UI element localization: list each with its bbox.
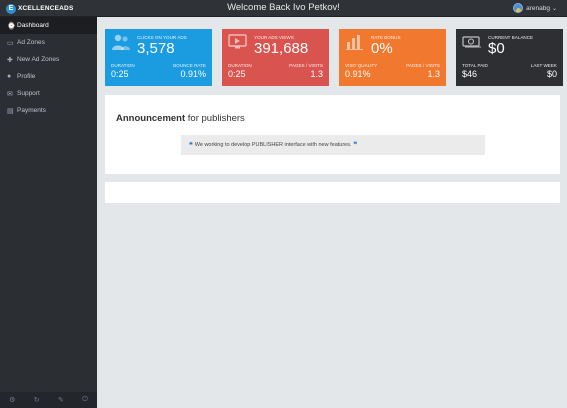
avatar (513, 3, 524, 13)
sidebar-item-payments[interactable]: ▤ Payments (0, 102, 97, 119)
stat-card-views: YOUR ADS VIEWS 391,688 DURATION PAGES / … (222, 29, 329, 86)
edit-icon[interactable]: ✎ (58, 396, 64, 404)
sidebar-item-label: Ad Zones (17, 39, 45, 46)
card-sub-right-value: 1.3 (427, 69, 440, 79)
card-sub-right-value: $0 (546, 69, 557, 79)
top-bar: E XCELLENCEADS Welcome Back Ivo Petkov! … (0, 0, 567, 17)
card-sub-right-value: 1.3 (310, 69, 323, 79)
sidebar-footer: ⚙ ↻ ✎ ⏻ (0, 392, 97, 408)
sidebar-item-label: Profile (17, 73, 36, 80)
welcome-title: Welcome Back Ivo Petkov! (227, 2, 340, 13)
card-sub-left-label: DURATION (228, 63, 252, 68)
user-icon: ● (7, 73, 12, 80)
close-quote-icon: ❞ (353, 142, 358, 149)
monitor-icon (228, 34, 247, 49)
sidebar-item-profile[interactable]: ● Profile (0, 68, 97, 85)
stat-card-clicks: CLICKS ON YOUR ADS 3,578 DURATION BOUNCE… (105, 29, 212, 86)
sidebar-item-dashboard[interactable]: ⌚ Dashboard (0, 17, 97, 34)
announcement-title: Announcement for publishers (116, 113, 245, 124)
announcement-message-box: ❝ We working to develop PUBLISHER interf… (181, 135, 485, 155)
stat-card-balance: CURRENT BALANCE $0 TOTAL PAID LAST WEEK … (456, 29, 563, 86)
card-sub-left-label: TOTAL PAID (462, 63, 488, 68)
sidebar-item-label: Dashboard (17, 22, 49, 29)
power-icon[interactable]: ⏻ (82, 396, 88, 404)
card-sub-left-value: $46 (462, 69, 478, 79)
card-sub-right-value: 0.91% (180, 69, 206, 79)
sidebar-item-ad-zones[interactable]: ▭ Ad Zones (0, 34, 97, 51)
card-sub-left-value: 0:25 (228, 69, 246, 79)
sidebar-item-label: Support (17, 90, 40, 97)
open-quote-icon: ❝ (189, 142, 193, 149)
envelope-icon: ✉ (7, 90, 13, 98)
card-value: 391,688 (254, 40, 309, 57)
empty-panel (105, 182, 560, 203)
chevron-down-icon: ⌄ (551, 5, 557, 12)
card-sub-right-label: PAGES / VISITS (289, 63, 323, 68)
sidebar-item-new-ad-zones[interactable]: ✚ New Ad Zones (0, 51, 97, 68)
card-value: $0 (488, 40, 505, 57)
card-sub-right-label: LAST WEEK (530, 63, 557, 68)
card-sub-left-label: VISIT QUALITY (345, 63, 378, 68)
user-menu[interactable]: arenabg ⌄ (513, 3, 557, 13)
money-icon (462, 36, 481, 48)
sidebar: ⌚ Dashboard ▭ Ad Zones ✚ New Ad Zones ● … (0, 17, 97, 408)
list-icon: ▤ (7, 107, 14, 115)
card-value: 0% (371, 40, 393, 57)
ad-zones-icon: ▭ (7, 39, 14, 47)
bar-chart-icon (346, 35, 363, 50)
card-value: 3,578 (137, 40, 175, 57)
announcement-title-rest: for publishers (185, 113, 245, 124)
sidebar-item-support[interactable]: ✉ Support (0, 85, 97, 102)
announcement-panel: Announcement for publishers ❝ We working… (105, 95, 560, 174)
dashboard-icon: ⌚ (7, 22, 16, 30)
refresh-icon[interactable]: ↻ (34, 396, 40, 404)
card-sub-right-label: BOUNCE RATE (173, 63, 206, 68)
users-icon (112, 34, 130, 50)
card-sub-right-label: PAGES / VISITS (406, 63, 440, 68)
settings-icon[interactable]: ⚙ (9, 396, 15, 404)
sidebar-item-label: Payments (17, 107, 46, 114)
username: arenabg (526, 4, 550, 12)
announcement-title-bold: Announcement (116, 113, 186, 124)
card-sub-left-label: DURATION (111, 63, 135, 68)
announcement-message: We working to develop PUBLISHER interfac… (194, 142, 352, 148)
card-sub-left-value: 0.91% (345, 69, 371, 79)
card-sub-left-value: 0:25 (111, 69, 129, 79)
stat-card-rate-bonus: RATE BONUS 0% VISIT QUALITY PAGES / VISI… (339, 29, 446, 86)
plus-icon: ✚ (7, 56, 13, 64)
sidebar-item-label: New Ad Zones (17, 56, 60, 63)
